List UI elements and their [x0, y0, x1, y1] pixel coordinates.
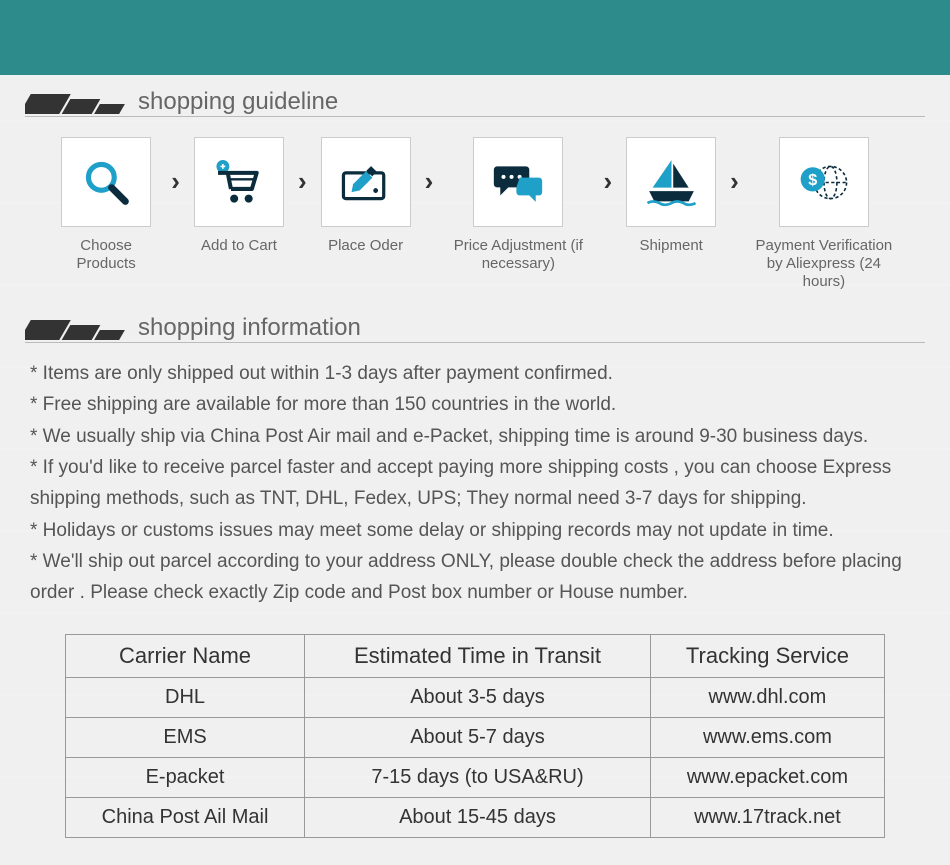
top-banner [0, 0, 950, 75]
pencil-check-icon [337, 155, 395, 210]
choose-products-icon-box [61, 137, 151, 227]
chevron-icon: › [716, 137, 753, 225]
header-stripes [25, 94, 123, 114]
step-price-adjustment: Price Adjustment (if necessary) [447, 137, 589, 273]
cell-tracking: www.17track.net [650, 797, 884, 837]
cell-carrier: EMS [66, 717, 305, 757]
shipping-table: Carrier Name Estimated Time in Transit T… [65, 634, 885, 838]
cart-icon-box [194, 137, 284, 227]
chevron-icon: › [589, 137, 626, 225]
cell-carrier: E-packet [66, 757, 305, 797]
cell-tracking: www.epacket.com [650, 757, 884, 797]
cell-time: About 15-45 days [305, 797, 651, 837]
step-label: Choose Products [55, 237, 157, 273]
chevron-icon: › [284, 137, 321, 225]
cart-icon [210, 155, 268, 210]
header-stripes [25, 320, 123, 340]
step-label: Place Oder [328, 237, 403, 255]
step-shipment: Shipment [626, 137, 716, 255]
note-item: * Items are only shipped out within 1-3 … [30, 358, 920, 389]
chevron-icon: › [411, 137, 448, 225]
sailboat-icon [644, 155, 699, 210]
dollar-globe-icon: $ [795, 155, 853, 210]
table-header-row: Carrier Name Estimated Time in Transit T… [66, 634, 885, 677]
cell-carrier: China Post Ail Mail [66, 797, 305, 837]
price-icon-box [473, 137, 563, 227]
th-time: Estimated Time in Transit [305, 634, 651, 677]
table-row: DHL About 3-5 days www.dhl.com [66, 677, 885, 717]
table-row: EMS About 5-7 days www.ems.com [66, 717, 885, 757]
content-area: shopping guideline Choose Products › [0, 75, 950, 858]
svg-text:$: $ [808, 170, 817, 188]
cell-time: About 3-5 days [305, 677, 651, 717]
step-add-to-cart: Add to Cart [194, 137, 284, 255]
table-row: China Post Ail Mail About 15-45 days www… [66, 797, 885, 837]
ship-icon-box [626, 137, 716, 227]
section-title-info: shopping information [138, 316, 361, 340]
magnifier-icon [79, 155, 134, 210]
note-item: * We'll ship out parcel according to you… [30, 546, 920, 609]
note-item: * Free shipping are available for more t… [30, 389, 920, 420]
note-item: * If you'd like to receive parcel faster… [30, 452, 920, 515]
section-header-info: shopping information [25, 301, 925, 340]
step-label: Add to Cart [201, 237, 277, 255]
cell-time: 7-15 days (to USA&RU) [305, 757, 651, 797]
cell-tracking: www.ems.com [650, 717, 884, 757]
note-item: * We usually ship via China Post Air mai… [30, 421, 920, 452]
th-tracking: Tracking Service [650, 634, 884, 677]
step-payment-verification: $ Payment Verification by Aliexpress (24… [753, 137, 895, 291]
section-header-guideline: shopping guideline [25, 75, 925, 114]
th-carrier: Carrier Name [66, 634, 305, 677]
steps-row: Choose Products › Add to Cart › [25, 117, 925, 301]
step-choose-products: Choose Products [55, 137, 157, 273]
cell-carrier: DHL [66, 677, 305, 717]
payment-icon-box: $ [779, 137, 869, 227]
cell-time: About 5-7 days [305, 717, 651, 757]
note-item: * Holidays or customs issues may meet so… [30, 515, 920, 546]
order-icon-box [321, 137, 411, 227]
step-place-order: Place Oder [321, 137, 411, 255]
chat-icon [489, 155, 547, 210]
notes-block: * Items are only shipped out within 1-3 … [25, 343, 925, 624]
cell-tracking: www.dhl.com [650, 677, 884, 717]
step-label: Shipment [639, 237, 702, 255]
step-label: Price Adjustment (if necessary) [447, 237, 589, 273]
table-row: E-packet 7-15 days (to USA&RU) www.epack… [66, 757, 885, 797]
chevron-icon: › [157, 137, 194, 225]
step-label: Payment Verification by Aliexpress (24 h… [753, 237, 895, 291]
section-title-guideline: shopping guideline [138, 90, 338, 114]
